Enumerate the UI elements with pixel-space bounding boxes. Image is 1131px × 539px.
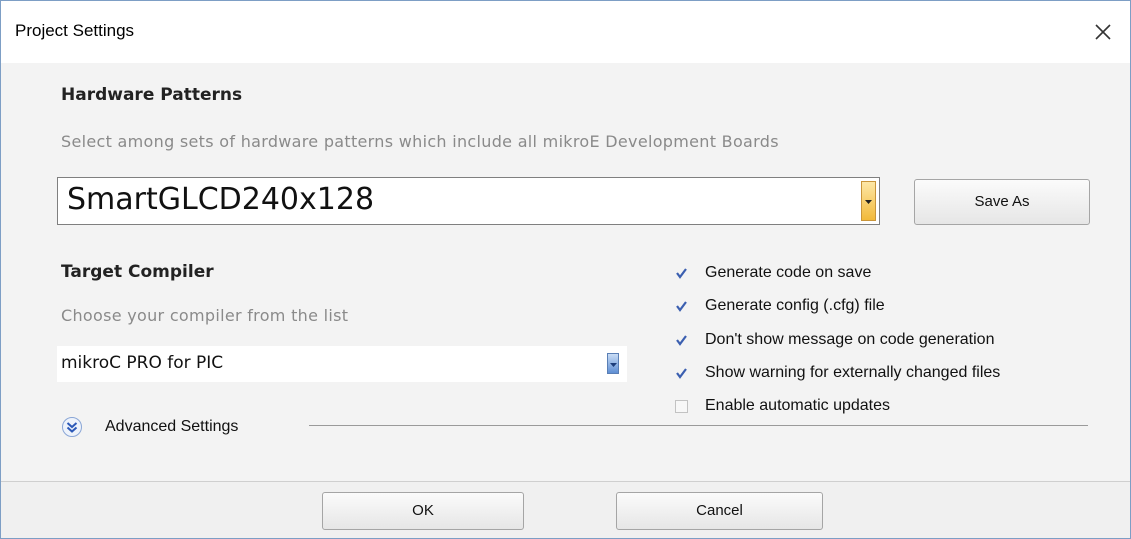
hardware-pattern-select[interactable]: SmartGLCD240x128: [57, 177, 880, 225]
compiler-select[interactable]: mikroC PRO for PIC: [57, 346, 627, 382]
checkbox-checked-icon: [675, 300, 688, 313]
checkbox-label: Don't show message on code generation: [705, 331, 995, 348]
checkbox-checked-icon: [675, 267, 688, 280]
checkbox-label: Generate code on save: [705, 264, 872, 281]
checkbox-unchecked-icon: [675, 400, 688, 413]
target-compiler-hint: Choose your compiler from the list: [61, 306, 349, 325]
save-as-button[interactable]: Save As: [914, 179, 1090, 225]
checkbox-label: Show warning for externally changed file…: [705, 364, 1001, 381]
advanced-divider: [309, 425, 1088, 426]
dialog-footer: OK Cancel: [1, 482, 1130, 538]
compiler-dropdown-arrow-icon[interactable]: [607, 353, 619, 374]
checkbox-label: Generate config (.cfg) file: [705, 297, 885, 314]
advanced-settings-toggle[interactable]: Advanced Settings: [61, 415, 283, 441]
close-button[interactable]: [1086, 15, 1120, 49]
ok-button[interactable]: OK: [322, 492, 524, 530]
close-icon: [1095, 24, 1111, 40]
compiler-value: mikroC PRO for PIC: [61, 353, 224, 373]
title-bar: Project Settings: [1, 1, 1130, 63]
advanced-settings-label: Advanced Settings: [105, 418, 239, 435]
target-compiler-heading: Target Compiler: [61, 262, 214, 282]
chevron-double-down-icon: [61, 416, 83, 442]
checkbox-checked-icon: [675, 334, 688, 347]
dialog-title: Project Settings: [15, 21, 135, 40]
checkbox-checked-icon: [675, 367, 688, 380]
hardware-patterns-heading: Hardware Patterns: [61, 85, 243, 105]
checkbox-label: Enable automatic updates: [705, 397, 891, 414]
project-settings-dialog: Project Settings Hardware Patterns Selec…: [0, 0, 1131, 539]
cancel-button[interactable]: Cancel: [616, 492, 823, 530]
hardware-pattern-value: SmartGLCD240x128: [67, 182, 375, 217]
hardware-patterns-hint: Select among sets of hardware patterns w…: [61, 132, 779, 151]
dropdown-arrow-icon[interactable]: [861, 181, 876, 221]
